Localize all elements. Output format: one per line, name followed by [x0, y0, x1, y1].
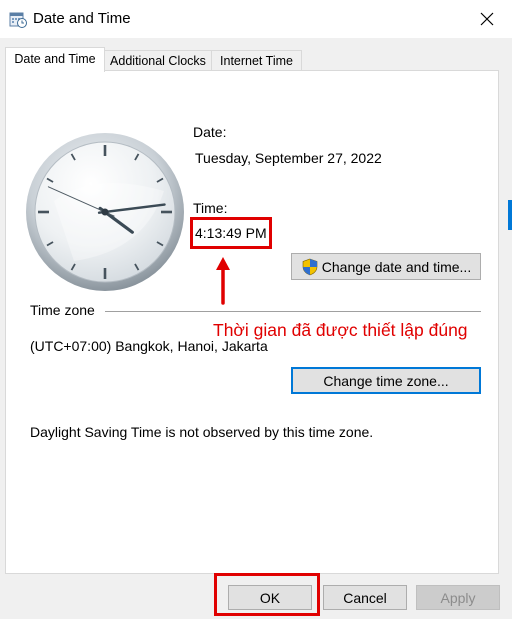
analog-clock	[26, 133, 184, 291]
close-icon	[480, 12, 494, 26]
apply-label: Apply	[440, 589, 476, 606]
window-title: Date and Time	[33, 10, 131, 27]
timezone-heading: Time zone	[30, 302, 95, 318]
annotation-arrow-icon	[216, 257, 230, 305]
background-scrollbar-edge	[508, 200, 512, 230]
close-button[interactable]	[470, 4, 504, 34]
cancel-button[interactable]: Cancel	[323, 585, 407, 610]
change-date-time-label: Change date and time...	[321, 258, 472, 275]
tab-additional-clocks[interactable]: Additional Clocks	[104, 50, 212, 71]
cancel-label: Cancel	[343, 589, 387, 606]
apply-button[interactable]: Apply	[416, 585, 500, 610]
timezone-divider	[105, 311, 481, 312]
clock-center	[101, 208, 109, 216]
change-date-time-button[interactable]: Change date and time...	[291, 253, 481, 280]
date-value: Tuesday, September 27, 2022	[195, 150, 382, 166]
tab-date-and-time[interactable]: Date and Time	[5, 47, 105, 72]
uac-shield-icon	[302, 258, 318, 275]
annotation-text: Thời gian đã được thiết lập đúng	[213, 320, 468, 340]
dst-note: Daylight Saving Time is not observed by …	[30, 424, 374, 440]
tab-internet-time[interactable]: Internet Time	[211, 50, 302, 71]
ok-highlight-box	[214, 573, 320, 616]
date-label: Date:	[193, 124, 227, 140]
title-bar: Date and Time	[0, 0, 512, 38]
time-highlight-box	[190, 217, 272, 249]
time-label: Time:	[193, 200, 228, 216]
change-time-zone-label: Change time zone...	[323, 372, 449, 389]
calendar-clock-icon	[9, 10, 27, 28]
change-time-zone-button[interactable]: Change time zone...	[291, 367, 481, 394]
